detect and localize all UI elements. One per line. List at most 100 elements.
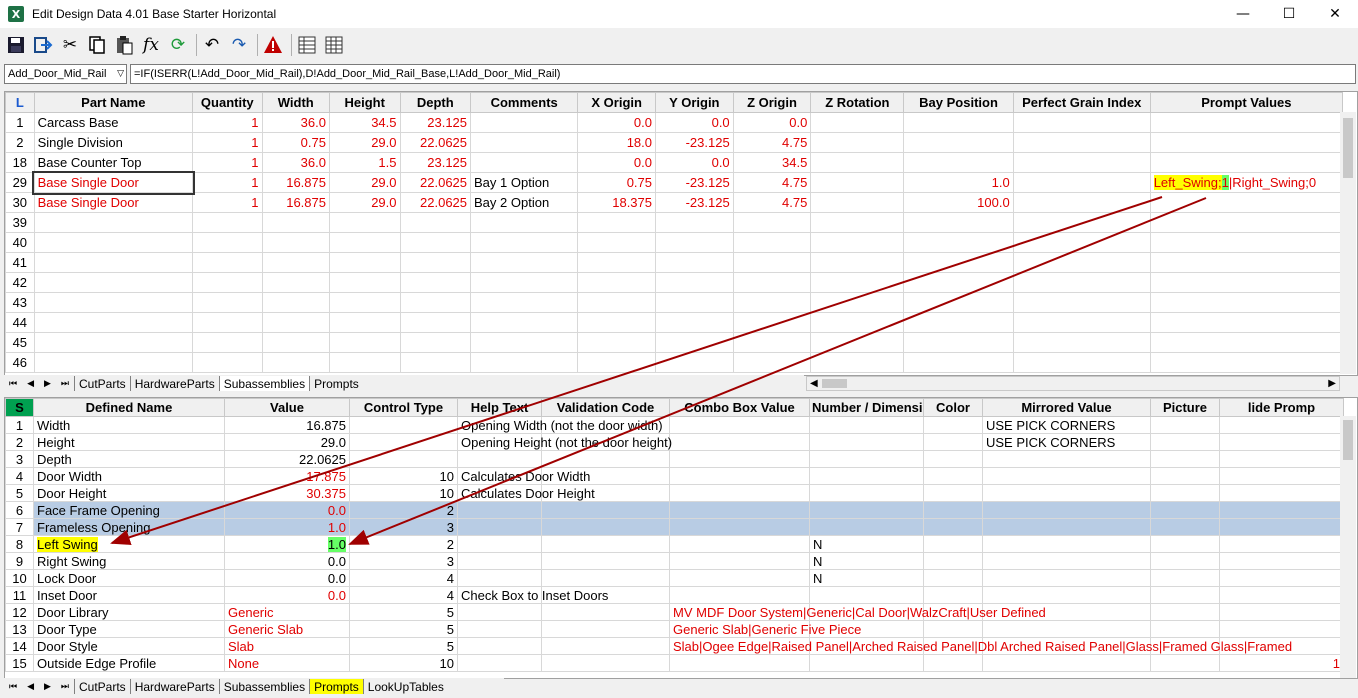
table-cell[interactable] (669, 484, 810, 502)
table-cell[interactable] (328, 332, 401, 353)
row-number[interactable]: 13 (5, 620, 34, 638)
tab-nav-buttons[interactable]: ⏮ ◀ ▶ ⏭ (4, 682, 74, 692)
table-cell[interactable] (261, 252, 330, 273)
table-cell[interactable] (923, 467, 983, 485)
close-button[interactable]: ✕ (1312, 0, 1358, 28)
table-cell[interactable] (655, 252, 734, 273)
table-cell[interactable] (655, 272, 734, 293)
table-cell[interactable] (457, 535, 542, 553)
table-cell[interactable]: 23.125 (399, 152, 472, 173)
row-number[interactable]: 12 (5, 603, 34, 621)
table-cell[interactable]: Door Type (33, 620, 225, 638)
table-cell[interactable] (903, 272, 1014, 293)
table-cell[interactable]: 5 (349, 620, 458, 638)
bottom-corner-cell[interactable]: S (5, 398, 34, 417)
table-cell[interactable] (399, 212, 472, 233)
tab-subassemblies[interactable]: Subassemblies (218, 376, 310, 391)
table-cell[interactable] (261, 272, 330, 293)
table-cell[interactable] (810, 332, 905, 353)
table-cell[interactable]: Calculates Door Height (457, 484, 595, 502)
table-cell[interactable] (33, 352, 194, 373)
top-horizontal-scrollbar[interactable]: ◀ ▶ (806, 376, 1340, 391)
table-cell[interactable] (982, 586, 1151, 604)
table-cell[interactable]: Inset Door (33, 586, 225, 604)
table-cell[interactable] (1150, 518, 1220, 536)
table-cell[interactable]: -23.125 (655, 132, 734, 153)
table-cell[interactable] (732, 292, 812, 313)
table-cell[interactable]: Left Swing (33, 535, 225, 553)
table-cell[interactable]: Door Width (33, 467, 225, 485)
table-cell[interactable] (328, 292, 401, 313)
table-cell[interactable]: 29.0 (224, 433, 350, 451)
table-cell[interactable] (33, 292, 194, 313)
table-cell[interactable] (1012, 292, 1151, 313)
row-number[interactable]: 14 (5, 637, 34, 655)
table-cell[interactable] (809, 501, 924, 519)
table-cell[interactable] (541, 569, 670, 587)
table-cell[interactable]: 16.875 (224, 416, 350, 434)
table-cell[interactable] (399, 352, 472, 373)
row-number[interactable]: 8 (5, 535, 34, 553)
table-cell[interactable]: 2 (349, 501, 458, 519)
table-cell[interactable] (669, 535, 810, 553)
tab-lookuptables[interactable]: LookUpTables (362, 679, 448, 694)
table-cell[interactable] (328, 312, 401, 333)
table-cell[interactable] (982, 620, 1151, 638)
table-cell[interactable] (1150, 501, 1220, 519)
table-cell[interactable] (810, 272, 905, 293)
table-cell[interactable] (1150, 416, 1220, 434)
table-cell[interactable] (192, 312, 263, 333)
table-cell[interactable] (655, 212, 734, 233)
table-cell[interactable] (541, 637, 670, 655)
row-number[interactable]: 2 (5, 132, 35, 153)
row-number[interactable]: 30 (5, 192, 35, 213)
table-cell[interactable] (923, 501, 983, 519)
row-number[interactable]: 39 (5, 212, 35, 233)
table-cell[interactable]: 3 (349, 518, 458, 536)
table-cell[interactable] (399, 332, 472, 353)
table-cell[interactable] (732, 312, 812, 333)
table-cell[interactable] (732, 272, 812, 293)
table-cell[interactable] (192, 252, 263, 273)
table-cell[interactable] (399, 232, 472, 253)
table-cell[interactable]: Frameless Opening (33, 518, 225, 536)
table-cell[interactable] (261, 292, 330, 313)
table-cell[interactable] (192, 352, 263, 373)
table-cell[interactable] (470, 112, 579, 133)
table-cell[interactable] (655, 332, 734, 353)
table-cell[interactable] (470, 312, 579, 333)
table-cell[interactable]: 29.0 (328, 132, 401, 153)
table-cell[interactable]: 22.0625 (399, 132, 472, 153)
table-cell[interactable]: USE PICK CORNERS (982, 433, 1151, 451)
col-header[interactable]: Z Origin (732, 92, 812, 113)
table-cell[interactable] (655, 312, 734, 333)
row-number[interactable]: 18 (5, 152, 35, 173)
table-cell[interactable] (349, 450, 458, 468)
table-cell[interactable] (1219, 586, 1344, 604)
table-cell[interactable] (541, 450, 670, 468)
table-cell[interactable] (192, 272, 263, 293)
row-number[interactable]: 42 (5, 272, 35, 293)
table-cell[interactable] (903, 252, 1014, 273)
table-cell[interactable] (1219, 569, 1344, 587)
table-cell[interactable] (809, 518, 924, 536)
tab-subassemblies[interactable]: Subassemblies (218, 679, 309, 694)
table-cell[interactable] (1150, 620, 1220, 638)
table-cell[interactable]: USE PICK CORNERS (982, 416, 1151, 434)
table-cell[interactable] (192, 212, 263, 233)
table-cell[interactable]: 1 (192, 172, 263, 193)
table-cell[interactable] (923, 416, 983, 434)
table-cell[interactable]: 36.0 (261, 112, 330, 133)
first-sheet-icon[interactable]: ⏮ (9, 379, 17, 389)
table-cell[interactable]: 30.375 (224, 484, 350, 502)
table-cell[interactable] (577, 352, 656, 373)
row-number[interactable]: 43 (5, 292, 35, 313)
table-cell[interactable]: 0.0 (655, 112, 734, 133)
table-cell[interactable]: 0.0 (655, 152, 734, 173)
table-cell[interactable] (541, 603, 670, 621)
row-number[interactable]: 29 (5, 172, 35, 193)
table-cell[interactable] (457, 654, 542, 672)
table-cell[interactable] (923, 535, 983, 553)
table-cell[interactable] (1150, 467, 1220, 485)
table-cell[interactable] (470, 332, 579, 353)
